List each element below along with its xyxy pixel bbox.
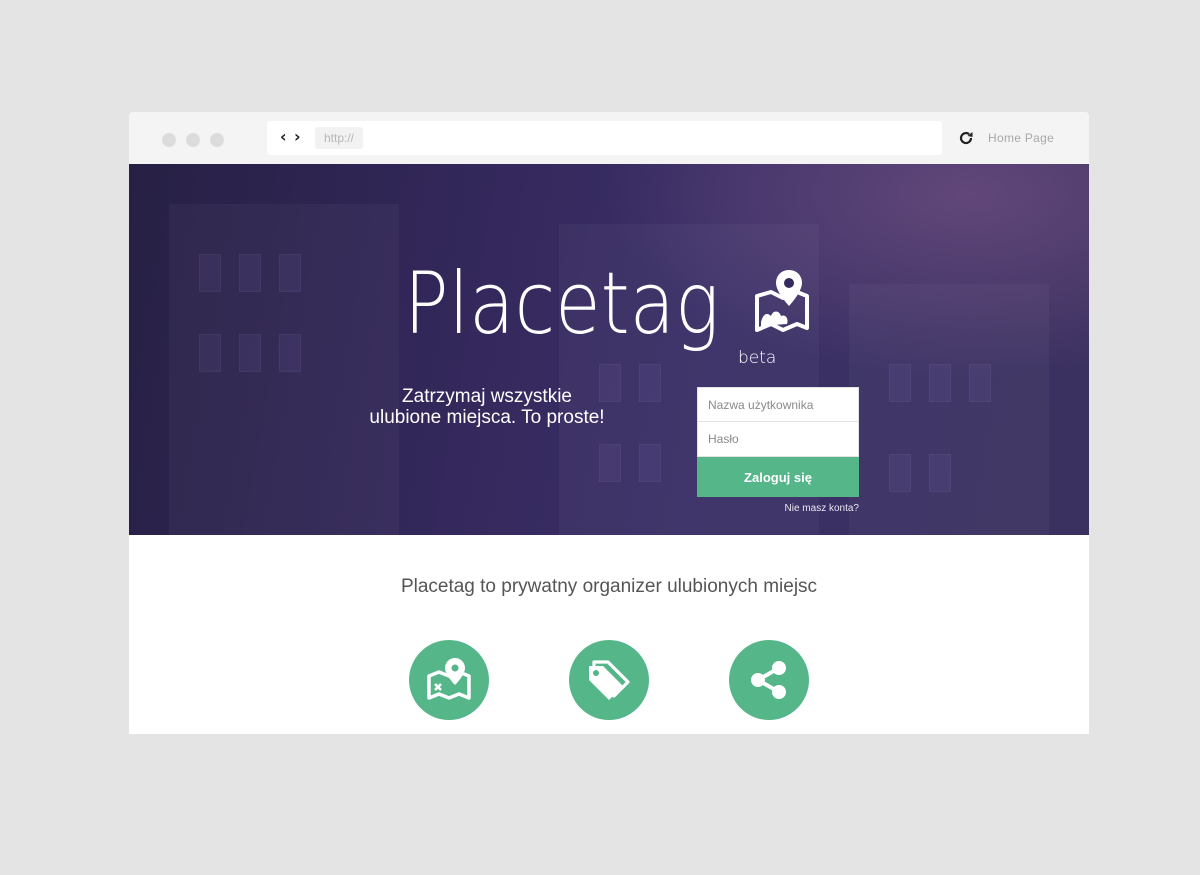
window-controls [162,133,234,147]
window-dot-minimize[interactable] [186,133,200,147]
background-window [239,334,261,372]
map-pin-icon [427,658,471,700]
background-window [929,364,951,402]
share-icon [751,661,786,699]
background-window [279,254,301,292]
background-window [889,364,911,402]
username-input[interactable] [697,387,859,422]
background-window [199,334,221,372]
background-window [639,444,661,482]
background-window [969,364,991,402]
address-bar[interactable]: ‹ › http:// [267,121,942,155]
feature-tag [569,640,649,720]
tagline-line-1: Zatrzymaj wszystkie [402,386,572,407]
background-window [599,444,621,482]
background-window [889,454,911,492]
logo-wordmark: Placetag [404,254,720,354]
tagline-line-2: ulubione miejsca. To proste! [369,407,605,428]
password-input[interactable] [697,422,859,457]
background-window [239,254,261,292]
background-window [639,364,661,402]
tag-icon [589,660,630,700]
section-subtitle: Placetag to prywatny organizer ulubionyc… [400,576,818,597]
window-dot-close[interactable] [162,133,176,147]
url-field[interactable]: http:// [315,127,364,149]
hero-section: Placetag beta Zatrzymaj wszystkie ulubio… [129,164,1089,535]
browser-window: ‹ › http:// Home Page Placetag beta Zatr… [129,112,1089,734]
beta-label: beta [738,348,777,368]
signup-link[interactable]: Nie masz konta? [785,503,859,514]
background-building [849,284,1049,535]
feature-map-pin [409,640,489,720]
browser-toolbar: ‹ › http:// Home Page [129,112,1089,164]
background-window [279,334,301,372]
login-button[interactable]: Zaloguj się [697,457,859,497]
background-window [199,254,221,292]
reload-icon[interactable] [957,129,975,147]
forward-arrow-icon[interactable]: › [294,128,301,146]
background-window [929,454,951,492]
home-page-link[interactable]: Home Page [988,130,1054,146]
hero-tagline: Zatrzymaj wszystkie ulubione miejsca. To… [347,386,627,428]
window-dot-maximize[interactable] [210,133,224,147]
back-arrow-icon[interactable]: ‹ [280,128,287,146]
map-pin-logo-icon [755,270,809,332]
feature-share [729,640,809,720]
login-form: Zaloguj się Nie masz konta? [697,387,859,514]
